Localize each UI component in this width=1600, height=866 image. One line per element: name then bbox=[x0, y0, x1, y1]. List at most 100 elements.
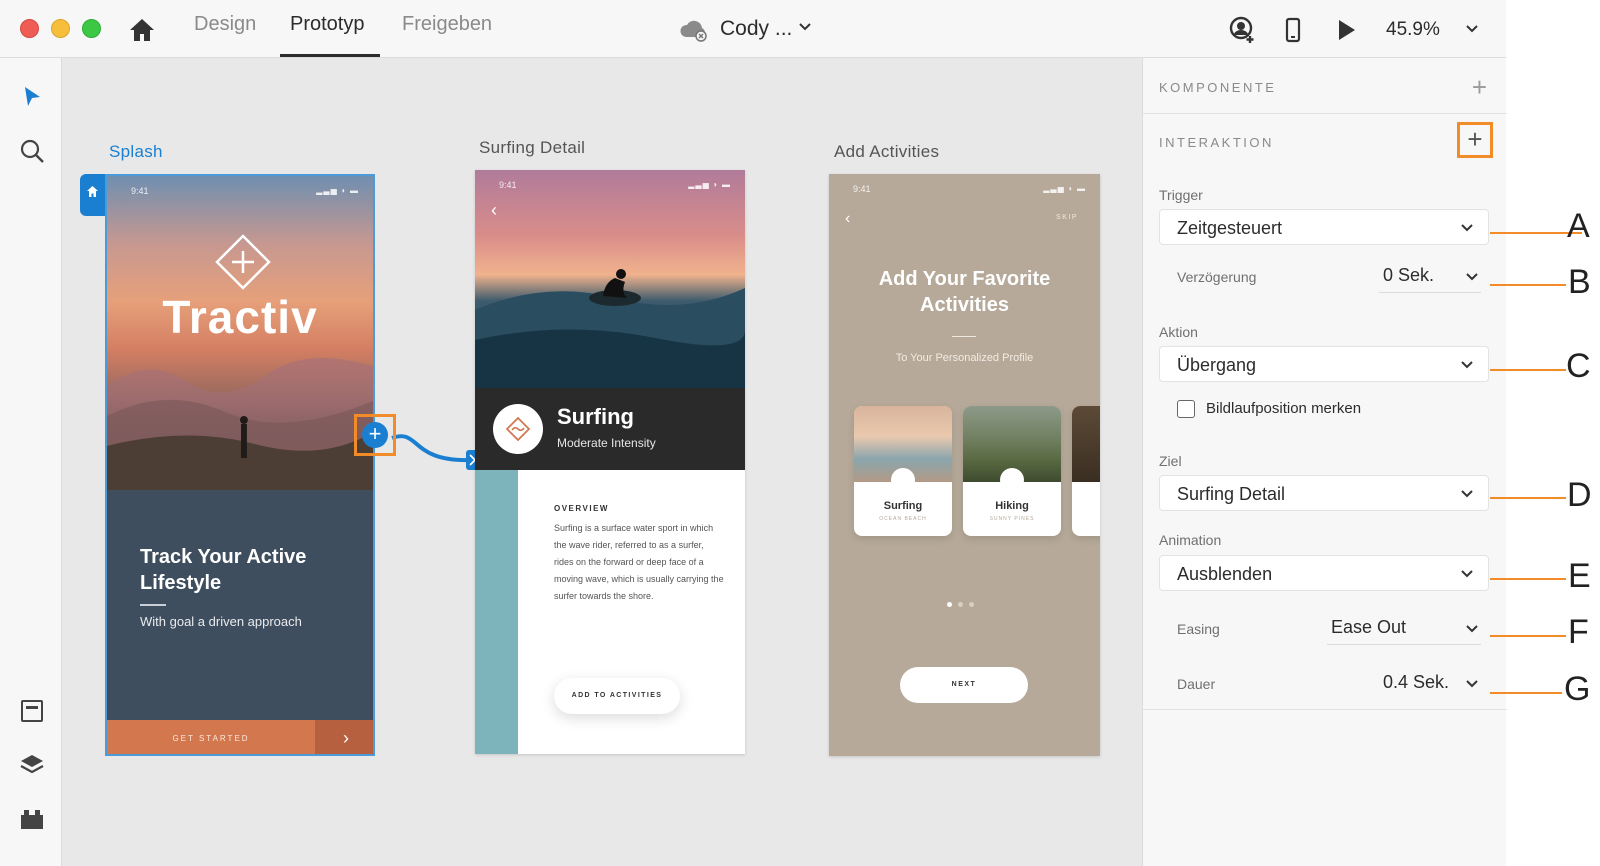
callout-letter-c: C bbox=[1566, 347, 1591, 385]
callout-letter-b: B bbox=[1568, 263, 1591, 301]
signal-battery-icon: ▂▃▅ ◗ ▬ bbox=[316, 186, 359, 195]
layers-icon[interactable] bbox=[19, 752, 45, 778]
card-location: OCEAN BEACH bbox=[879, 516, 927, 522]
back-chevron-icon[interactable]: ‹ bbox=[491, 200, 497, 221]
home-artboard-badge[interactable] bbox=[80, 174, 105, 216]
action-value: Übergang bbox=[1177, 355, 1257, 375]
home-icon[interactable] bbox=[128, 17, 156, 43]
assets-icon[interactable] bbox=[19, 698, 45, 724]
scroll-position-label[interactable]: Bildlaufposition merken bbox=[1206, 400, 1361, 417]
chevron-down-icon[interactable] bbox=[1465, 677, 1479, 691]
surf-title: Surfing bbox=[557, 404, 634, 429]
status-bar: 9:41 ▂▃▅ ◗ ▬ bbox=[829, 174, 1100, 196]
wave-diamond-icon bbox=[506, 417, 530, 441]
divider bbox=[140, 604, 166, 606]
interaction-handle[interactable]: + bbox=[354, 414, 396, 456]
mountain-diamond-icon bbox=[1000, 468, 1024, 492]
minimize-window-button[interactable] bbox=[51, 19, 70, 38]
play-icon[interactable] bbox=[1332, 16, 1360, 44]
skip-link[interactable]: SKIP bbox=[1056, 214, 1078, 221]
maximize-window-button[interactable] bbox=[82, 19, 101, 38]
surfer-silhouette-image bbox=[475, 269, 745, 388]
back-chevron-icon[interactable]: ‹ bbox=[845, 210, 850, 228]
surfer-image: 9:41 ▂▃▅ ◗ ▬ ‹ bbox=[475, 170, 745, 388]
status-time: 9:41 bbox=[499, 180, 517, 190]
select-arrow-icon[interactable] bbox=[19, 84, 45, 110]
card-title: Surfing bbox=[883, 500, 923, 512]
activity-card-hiking[interactable]: Hiking SUNNY PINES bbox=[963, 406, 1061, 536]
next-button[interactable]: NEXT bbox=[900, 667, 1028, 703]
component-section-title: KOMPONENTE bbox=[1159, 80, 1277, 95]
add-component-plus-icon[interactable]: + bbox=[1472, 74, 1487, 100]
chevron-right-icon[interactable]: › bbox=[315, 720, 373, 754]
add-to-activities-button[interactable]: ADD TO ACTIVITIES bbox=[554, 678, 680, 714]
duration-value[interactable]: 0.4 Sek. bbox=[1383, 672, 1449, 693]
activity-card-partial[interactable] bbox=[1072, 406, 1100, 536]
teal-accent-strip bbox=[475, 470, 518, 754]
delay-underline bbox=[1379, 292, 1481, 293]
chevron-down-icon bbox=[1461, 224, 1473, 232]
card-title: Hiking bbox=[995, 500, 1029, 512]
splash-headline: Track Your Active Lifestyle bbox=[140, 546, 307, 594]
component-section: KOMPONENTE + bbox=[1143, 58, 1507, 114]
plus-icon[interactable]: + bbox=[362, 422, 388, 448]
callout-line-f bbox=[1490, 635, 1566, 637]
mountain-landscape-image bbox=[107, 358, 373, 490]
action-select[interactable]: Übergang bbox=[1159, 346, 1489, 382]
top-bar: Design Prototyp Freigeben Cody ... 45.9% bbox=[0, 0, 1506, 58]
overview-label: OVERVIEW bbox=[554, 504, 609, 513]
activity-card-surfing[interactable]: Surfing OCEAN BEACH bbox=[854, 406, 952, 536]
artboard-label-add-activities[interactable]: Add Activities bbox=[834, 142, 939, 162]
wave-diamond-icon bbox=[891, 468, 915, 492]
close-window-button[interactable] bbox=[20, 19, 39, 38]
artboard-label-surfing-detail[interactable]: Surfing Detail bbox=[479, 138, 585, 158]
chevron-down-icon bbox=[1461, 361, 1473, 369]
easing-underline bbox=[1327, 644, 1481, 645]
zoom-level[interactable]: 45.9% bbox=[1386, 19, 1440, 41]
surf-title-band: Surfing Moderate Intensity bbox=[475, 388, 745, 470]
easing-value[interactable]: Ease Out bbox=[1331, 617, 1406, 638]
plugins-icon[interactable] bbox=[19, 806, 45, 832]
status-time: 9:41 bbox=[853, 184, 871, 194]
trigger-value: Zeitgesteuert bbox=[1177, 218, 1283, 238]
artboard-surfing-detail[interactable]: 9:41 ▂▃▅ ◗ ▬ ‹ Surfing Moderate Intensit… bbox=[475, 170, 745, 754]
target-select[interactable]: Surfing Detail bbox=[1159, 475, 1489, 511]
tab-prototype[interactable]: Prototyp bbox=[290, 13, 364, 36]
artboard-splash[interactable]: 9:41 ▂▃▅ ◗ ▬ Tractiv Track Your Active L… bbox=[105, 174, 375, 756]
add-subline: To Your Personalized Profile bbox=[895, 352, 1034, 364]
animation-select[interactable]: Ausblenden bbox=[1159, 555, 1489, 591]
delay-value[interactable]: 0 Sek. bbox=[1383, 265, 1434, 286]
scroll-position-checkbox[interactable] bbox=[1177, 400, 1195, 418]
prototype-connection-wire[interactable] bbox=[390, 420, 480, 470]
trigger-label: Trigger bbox=[1159, 187, 1203, 203]
animation-value: Ausblenden bbox=[1177, 564, 1273, 584]
get-started-button[interactable]: GET STARTED bbox=[107, 720, 315, 754]
artboard-label-splash[interactable]: Splash bbox=[109, 142, 163, 162]
callout-line-b bbox=[1490, 284, 1566, 286]
device-preview-icon[interactable] bbox=[1279, 16, 1307, 44]
trigger-select[interactable]: Zeitgesteuert bbox=[1159, 209, 1489, 245]
artboard-add-activities[interactable]: 9:41 ▂▃▅ ◗ ▬ ‹ SKIP Add Your Favorite Ac… bbox=[829, 174, 1100, 756]
action-label: Aktion bbox=[1159, 324, 1198, 340]
share-user-icon[interactable] bbox=[1228, 16, 1256, 44]
overview-text: Surfing is a surface water sport in whic… bbox=[554, 523, 724, 601]
splash-subline: With goal a driven approach bbox=[140, 614, 302, 629]
chevron-down-icon[interactable] bbox=[798, 20, 812, 34]
add-interaction-plus-icon[interactable]: + bbox=[1457, 122, 1493, 158]
search-icon[interactable] bbox=[19, 138, 45, 164]
home-icon bbox=[87, 186, 98, 197]
signal-battery-icon: ▂▃▅ ◗ ▬ bbox=[1043, 184, 1086, 193]
chevron-down-icon[interactable] bbox=[1465, 270, 1479, 284]
chevron-down-icon bbox=[1461, 570, 1473, 578]
document-title[interactable]: Cody ... bbox=[720, 17, 792, 41]
splash-info-panel: Track Your Active Lifestyle With goal a … bbox=[107, 490, 373, 720]
tab-share[interactable]: Freigeben bbox=[402, 13, 492, 36]
active-tab-underline bbox=[280, 54, 380, 57]
chevron-down-icon[interactable] bbox=[1465, 22, 1479, 36]
surf-badge bbox=[493, 404, 543, 454]
callout-line-c bbox=[1490, 369, 1566, 371]
interaction-section-title: INTERAKTION bbox=[1159, 135, 1274, 150]
status-bar: 9:41 ▂▃▅ ◗ ▬ bbox=[107, 176, 373, 198]
tab-design[interactable]: Design bbox=[194, 13, 256, 36]
chevron-down-icon[interactable] bbox=[1465, 622, 1479, 636]
